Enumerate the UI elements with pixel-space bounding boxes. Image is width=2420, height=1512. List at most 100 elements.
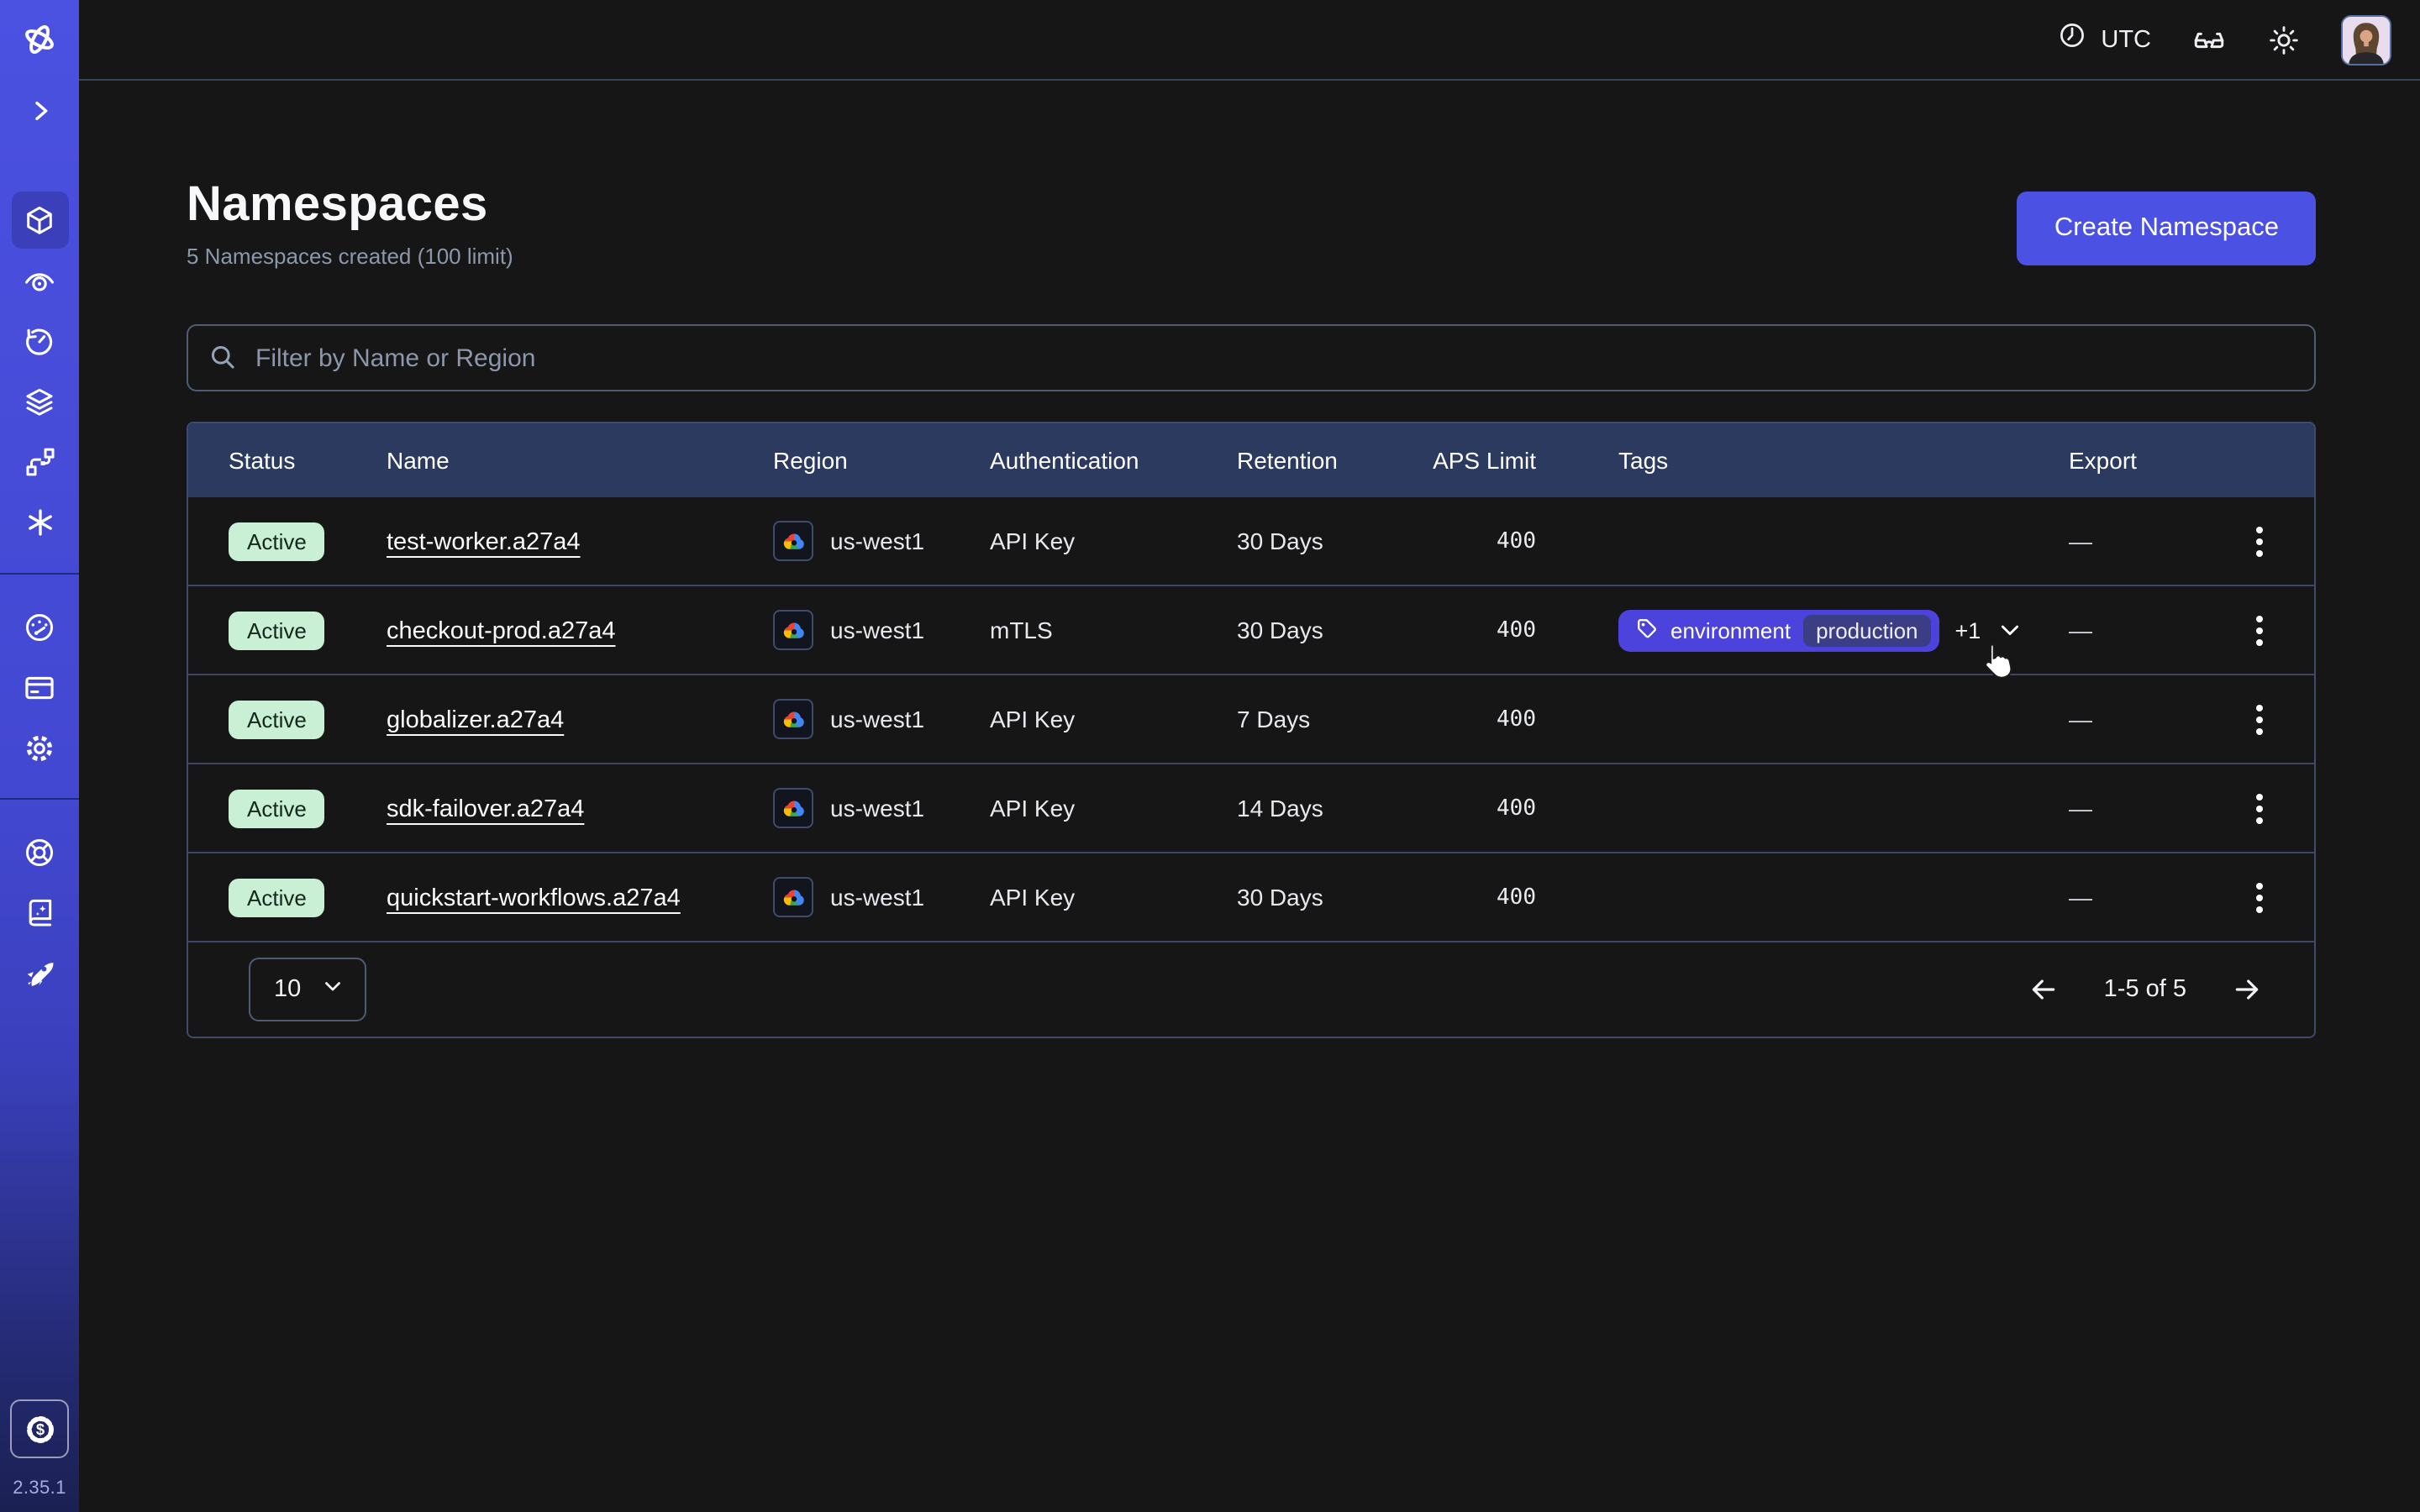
export-value: — [2069,706,2223,732]
namespace-name-link[interactable]: checkout-prod.a27a4 [387,617,616,644]
tag-more-count: +1 [1955,617,1981,643]
gcp-cloud-icon [773,521,813,561]
theme-toggle-sun-icon[interactable] [2267,23,2301,56]
temporal-logo-icon[interactable] [11,10,68,67]
pagination-range: 1-5 of 5 [2104,976,2186,1003]
tag-icon [1635,616,1659,644]
nav-item-branch-icon[interactable] [11,433,68,491]
row-actions-kebab-button[interactable] [2237,516,2281,566]
gcp-cloud-icon [773,699,813,739]
aps-limit-value: 400 [1430,706,1536,732]
create-namespace-button[interactable]: Create Namespace [2018,192,2316,265]
nav-item-support-lifebuoy-icon[interactable] [11,823,68,880]
user-avatar[interactable] [2341,14,2391,65]
gcp-cloud-icon [773,788,813,828]
export-value: — [2069,617,2223,643]
status-badge: Active [229,611,325,649]
pagination-prev-button[interactable] [2027,973,2060,1006]
tag-key: environment [1670,617,1791,643]
table-body: Active test-worker.a27a4 us-west1 API Ke… [188,497,2314,941]
table-row: Active test-worker.a27a4 us-west1 API Ke… [188,497,2314,585]
nav-item-usage-gauge-icon[interactable] [11,598,68,655]
table-row: Active globalizer.a27a4 us-west1 API Key… [188,674,2314,763]
filter-input[interactable] [187,324,2316,391]
region-label: us-west1 [830,706,924,732]
column-header-region: Region [773,447,990,474]
column-header-name: Name [387,447,773,474]
namespace-name-link[interactable]: quickstart-workflows.a27a4 [387,885,681,911]
sidebar: $ 2.35.1 [0,0,79,1512]
retention-value: 7 Days [1237,706,1430,732]
page-size-select[interactable]: 10 [249,958,366,1021]
region-label: us-west1 [830,795,924,822]
aps-limit-value: 400 [1430,795,1536,821]
row-actions-kebab-button[interactable] [2237,872,2281,922]
clock-icon [2057,20,2087,59]
glasses-icon[interactable] [2191,22,2227,57]
billing-seal-button[interactable]: $ [10,1399,69,1458]
gcp-cloud-icon [773,877,813,917]
main-content: Namespaces 5 Namespaces created (100 lim… [79,81,2420,1512]
authentication-value: API Key [990,884,1237,911]
retention-value: 14 Days [1237,795,1430,822]
aps-limit-value: 400 [1430,885,1536,910]
namespace-name-link[interactable]: globalizer.a27a4 [387,706,564,733]
column-header-retention: Retention [1237,447,1430,474]
column-header-aps-limit: APS Limit [1430,447,1536,474]
select-chevron-down-icon [321,974,345,1005]
row-actions-kebab-button[interactable] [2237,605,2281,655]
tag-value: production [1802,614,1931,646]
nav-item-timer-icon[interactable] [11,312,68,370]
authentication-value: mTLS [990,617,1237,643]
tags-expand-chevron-icon[interactable] [1996,617,2023,643]
sidebar-divider [0,573,79,575]
retention-value: 30 Days [1237,528,1430,554]
column-header-tags: Tags [1536,447,2069,474]
column-header-authentication: Authentication [990,447,1237,474]
timezone-selector[interactable]: UTC [2057,20,2151,59]
nav-item-layers-icon[interactable] [11,373,68,430]
column-header-status: Status [229,447,387,474]
topbar: UTC [79,0,2420,81]
sidebar-expand-chevron-icon[interactable] [11,82,68,139]
export-value: — [2069,528,2223,554]
status-badge: Active [229,878,325,916]
sidebar-divider [0,798,79,800]
table-header-row: Status Name Region Authentication Retent… [188,423,2314,497]
authentication-value: API Key [990,706,1237,732]
region-label: us-west1 [830,884,924,911]
tags-cell: environment production +1 [1536,609,2069,651]
nav-item-billing-card-icon[interactable] [11,659,68,716]
namespace-name-link[interactable]: test-worker.a27a4 [387,528,581,555]
table-row: Active checkout-prod.a27a4 us-west1 mTLS… [188,585,2314,674]
svg-text:$: $ [35,1420,44,1437]
table-row: Active quickstart-workflows.a27a4 us-wes… [188,852,2314,941]
timezone-label: UTC [2101,26,2151,53]
nav-item-settings-gear-icon[interactable] [11,719,68,776]
retention-value: 30 Days [1237,617,1430,643]
nav-item-namespaces[interactable] [11,192,68,249]
nav-item-getting-started-rocket-icon[interactable] [11,944,68,1001]
nav-item-asterisk-icon[interactable] [11,494,68,551]
status-badge: Active [229,522,325,560]
table-footer: 10 1-5 of 5 [188,941,2314,1037]
status-badge: Active [229,700,325,738]
namespaces-table: Status Name Region Authentication Retent… [187,422,2316,1038]
tag-pill[interactable]: environment production [1618,609,1940,651]
column-header-export: Export [2069,447,2223,474]
status-badge: Active [229,789,325,827]
nav-item-docs-book-icon[interactable] [11,884,68,941]
page-size-value: 10 [274,976,301,1003]
nav-item-eye-icon[interactable] [11,252,68,309]
table-row: Active sdk-failover.a27a4 us-west1 API K… [188,763,2314,852]
gcp-cloud-icon [773,610,813,650]
row-actions-kebab-button[interactable] [2237,783,2281,833]
aps-limit-value: 400 [1430,617,1536,643]
region-label: us-west1 [830,528,924,554]
version-label: 2.35.1 [13,1478,66,1499]
pagination-next-button[interactable] [2230,973,2264,1006]
page-subtitle: 5 Namespaces created (100 limit) [187,244,513,269]
authentication-value: API Key [990,795,1237,822]
row-actions-kebab-button[interactable] [2237,694,2281,744]
namespace-name-link[interactable]: sdk-failover.a27a4 [387,795,584,822]
